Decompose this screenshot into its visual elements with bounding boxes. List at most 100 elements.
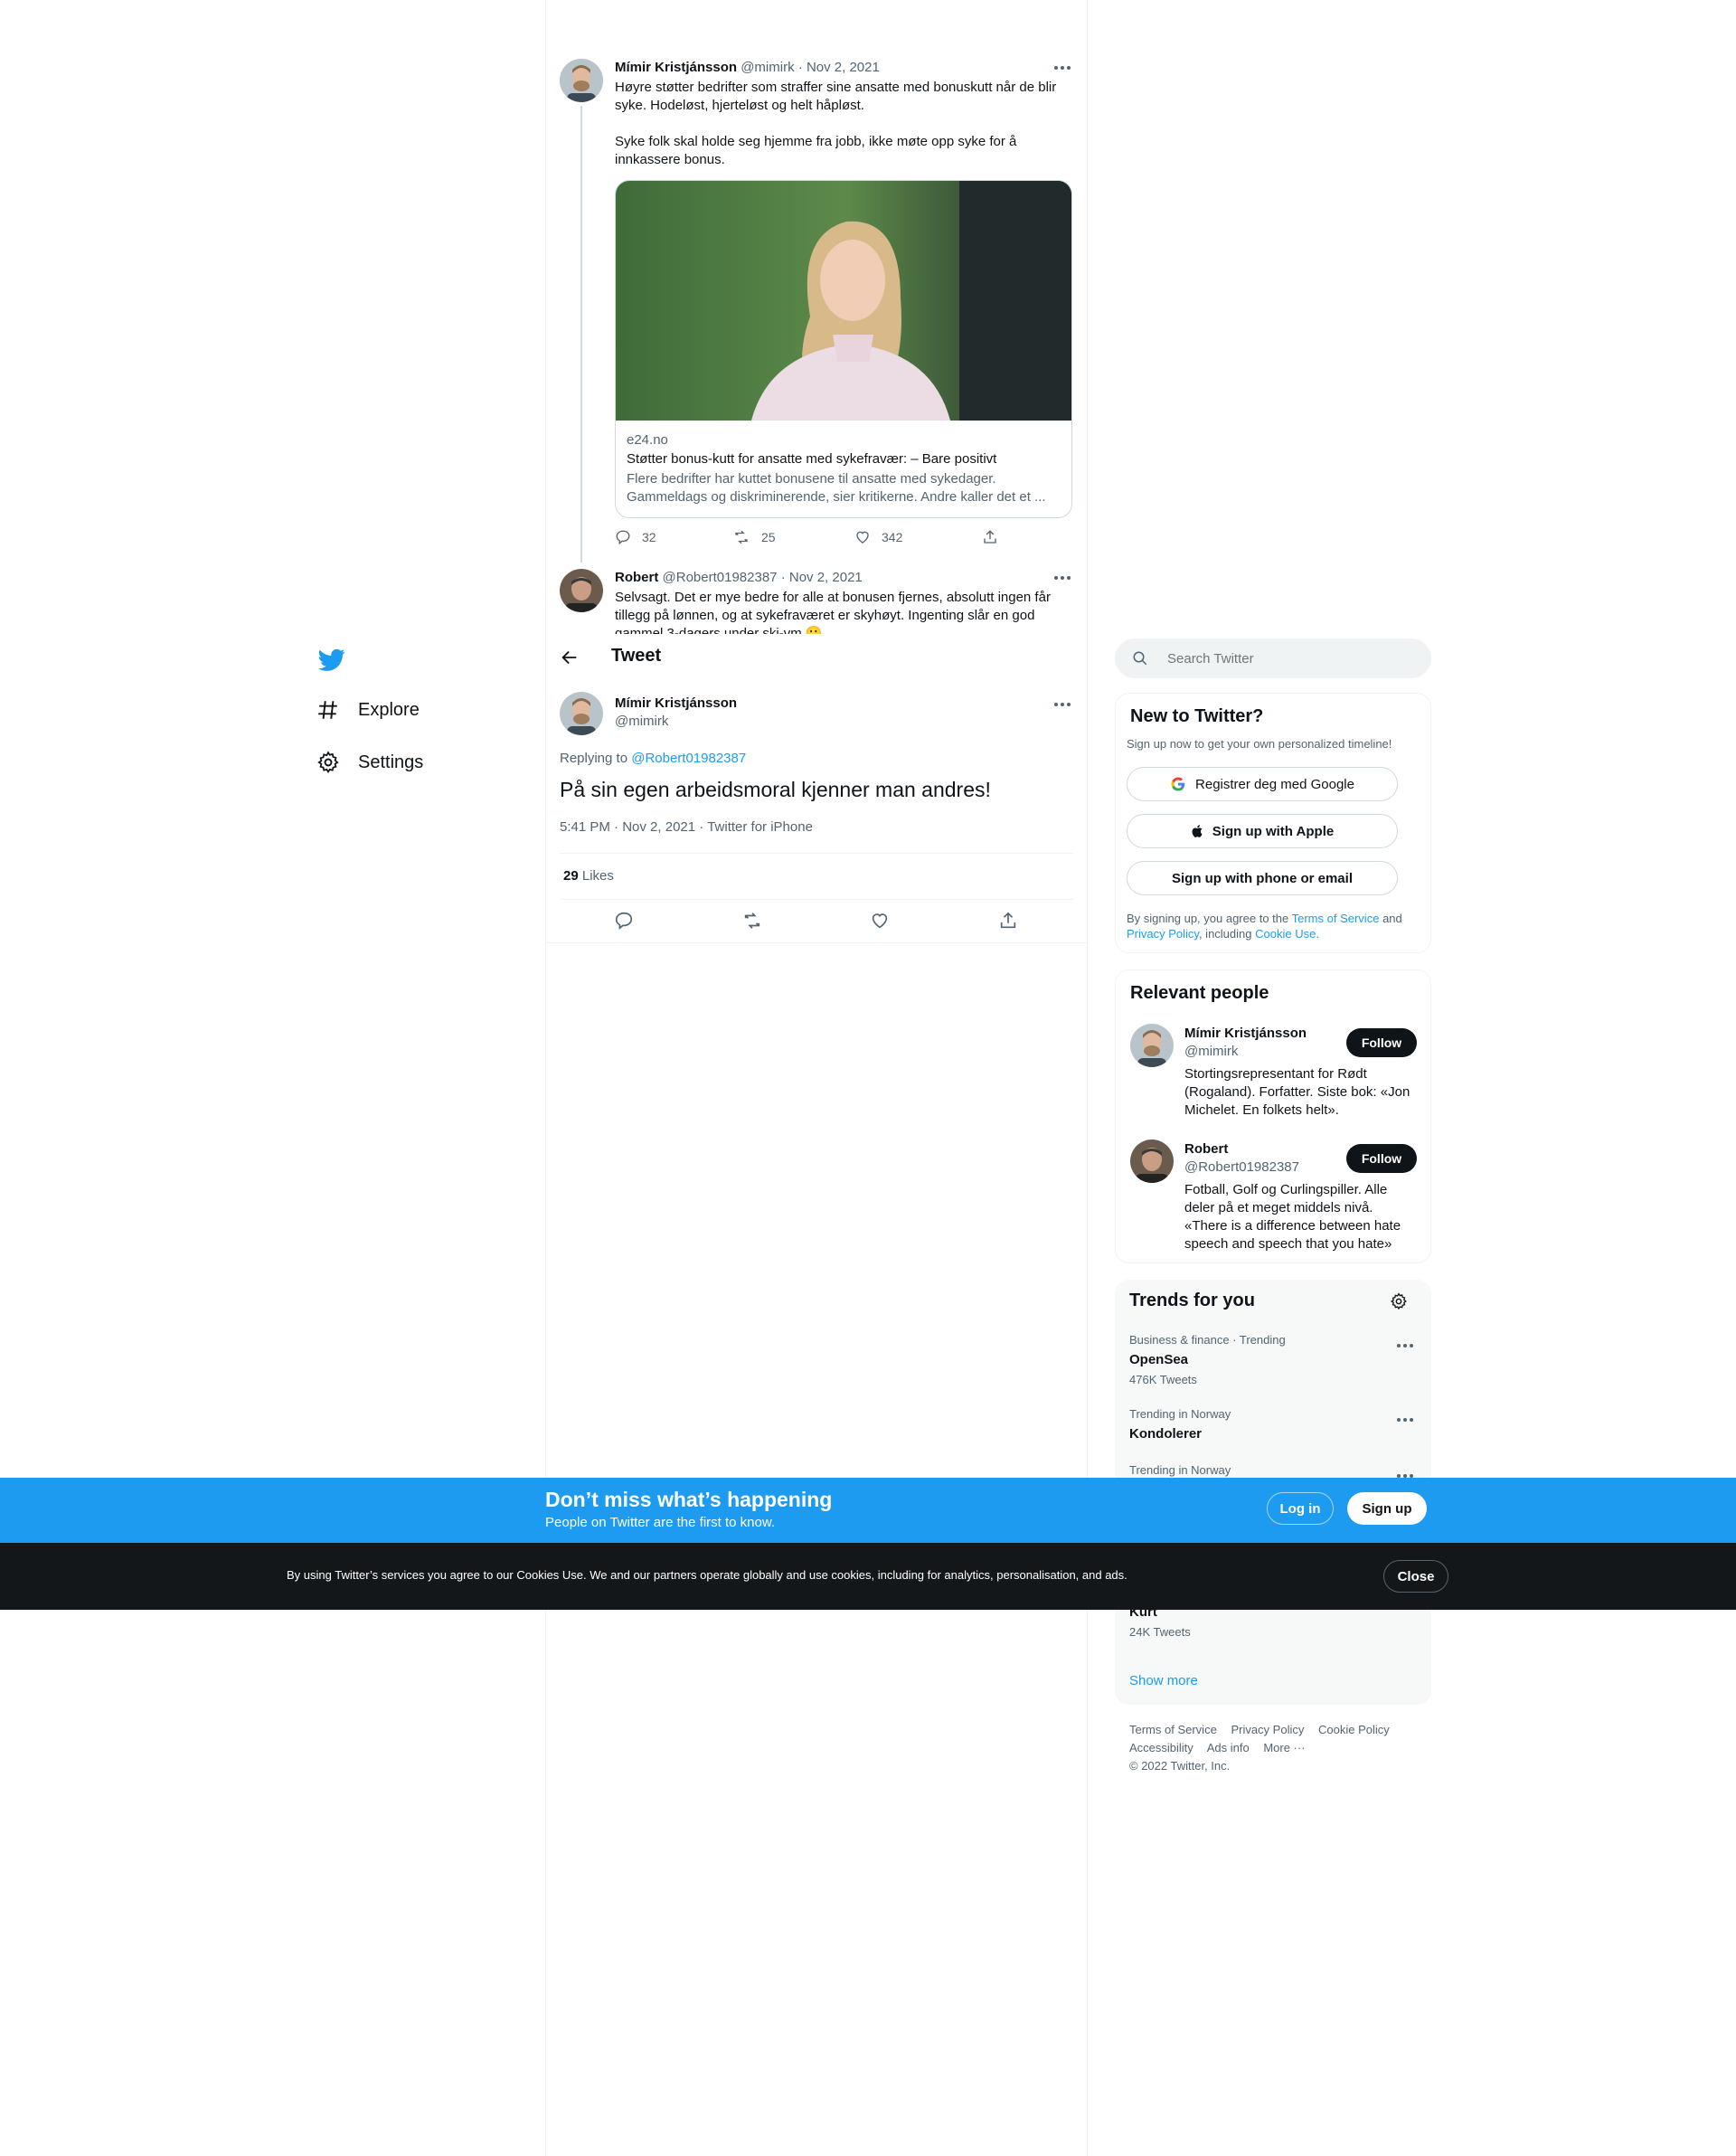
trend-category: Trending in Norway	[1129, 1407, 1231, 1421]
trend-item[interactable]: Business & finance · Trending OpenSea 47…	[1129, 1333, 1419, 1386]
footer-link[interactable]: Accessibility	[1129, 1741, 1194, 1754]
like-count: 342	[882, 530, 903, 544]
cookie-close-button[interactable]: Close	[1383, 1560, 1448, 1593]
show-more-link[interactable]: Show more	[1129, 1673, 1198, 1688]
person-handle[interactable]: @mimirk	[1184, 1044, 1238, 1059]
person-name[interactable]: Robert	[1184, 1141, 1228, 1157]
more-options-icon[interactable]	[1052, 698, 1074, 711]
retweet-action[interactable]: 25	[732, 529, 776, 545]
author-handle[interactable]: @mimirk	[741, 60, 794, 75]
avatar-mimir-image	[560, 59, 603, 102]
likes-label: Likes	[581, 868, 614, 884]
footer-more-link[interactable]: More ···	[1263, 1741, 1305, 1754]
more-options-icon[interactable]	[1395, 1414, 1417, 1426]
reply-icon[interactable]	[614, 911, 634, 931]
replying-to: Replying to @Robert01982387	[560, 751, 746, 766]
trend-item[interactable]: Trending in Norway	[1129, 1463, 1419, 1477]
like-action[interactable]: 342	[854, 529, 902, 545]
signup-legal: By signing up, you agree to the Terms of…	[1127, 911, 1416, 941]
more-options-icon[interactable]	[1395, 1339, 1417, 1352]
tweet-text-paragraph: Høyre støtter bedrifter som straffer sin…	[615, 80, 1057, 113]
phone-email-signup-label: Sign up with phone or email	[1171, 870, 1353, 886]
trend-item[interactable]: Trending in Norway Kondolerer	[1129, 1407, 1419, 1442]
gear-icon[interactable]	[1390, 1292, 1408, 1310]
tweet-header: Mímir Kristjánsson @mimirk · Nov 2, 2021	[615, 60, 880, 75]
follow-button[interactable]: Follow	[1346, 1144, 1417, 1173]
separator-dot: ·	[699, 819, 704, 835]
share-action[interactable]	[982, 529, 998, 545]
search-icon	[1133, 651, 1147, 666]
phone-email-signup-button[interactable]: Sign up with phone or email	[1127, 861, 1398, 895]
trend-category: Business & finance · Trending	[1129, 1333, 1286, 1347]
cookie-text: By using Twitter’s services you agree to…	[287, 1568, 1127, 1582]
google-signup-button[interactable]: Registrer deg med Google	[1127, 767, 1398, 801]
trend-count: 476K Tweets	[1129, 1373, 1197, 1386]
author-handle[interactable]: @Robert01982387	[663, 570, 778, 585]
footer-link[interactable]: Terms of Service	[1129, 1723, 1217, 1736]
author-name[interactable]: Mímir Kristjánsson	[615, 695, 737, 711]
nav-label: Explore	[358, 699, 420, 720]
person-bio: Fotball, Golf og Curlingspiller. Alle de…	[1184, 1182, 1401, 1252]
back-arrow-icon[interactable]	[560, 648, 580, 667]
author-name[interactable]: Robert	[615, 570, 658, 585]
footer-link[interactable]: Cookie Policy	[1318, 1723, 1390, 1736]
avatar-mimir-image	[560, 692, 603, 735]
trend-name: OpenSea	[1129, 1352, 1189, 1367]
heart-icon[interactable]	[870, 911, 890, 931]
hashtag-icon	[318, 701, 337, 719]
login-button[interactable]: Log in	[1267, 1492, 1334, 1525]
tweet-time[interactable]: 5:41 PM	[560, 819, 610, 835]
replying-to-handle[interactable]: @Robert01982387	[631, 751, 746, 766]
avatar[interactable]	[1130, 1139, 1174, 1183]
author-name[interactable]: Mímir Kristjánsson	[615, 60, 737, 75]
relevant-people-card: Relevant people Mímir Kristjánsson @mimi…	[1115, 969, 1431, 1263]
nav-item-explore[interactable]: Explore	[316, 698, 420, 722]
retweet-icon	[735, 530, 748, 544]
avatar-mimir-image	[1130, 1024, 1174, 1067]
tweet-date[interactable]: Nov 2, 2021	[789, 570, 863, 585]
signup-button[interactable]: Sign up	[1347, 1492, 1427, 1525]
legal-text: , including	[1198, 927, 1252, 941]
twitter-logo-icon[interactable]	[318, 648, 345, 672]
more-options-icon[interactable]	[1052, 572, 1074, 584]
separator-dot: ·	[797, 60, 803, 75]
link-card-title: Støtter bonus-kutt for ansatte med sykef…	[627, 451, 997, 467]
cookie-link[interactable]: Cookie Use.	[1255, 927, 1319, 941]
person-handle[interactable]: @Robert01982387	[1184, 1159, 1299, 1175]
tweet-text: Selvsagt. Det er mye bedre for alle at b…	[615, 590, 1051, 634]
heart-icon	[856, 531, 869, 544]
share-icon[interactable]	[998, 911, 1018, 931]
link-card[interactable]: e24.no Støtter bonus-kutt for ansatte me…	[615, 180, 1072, 518]
follow-button[interactable]: Follow	[1346, 1028, 1417, 1057]
avatar[interactable]	[560, 569, 603, 612]
legal-text: and	[1382, 912, 1402, 925]
avatar[interactable]	[560, 59, 603, 102]
author-handle[interactable]: @mimirk	[615, 714, 668, 729]
banner-subtitle: People on Twitter are the first to know.	[545, 1515, 776, 1530]
search-input[interactable]	[1165, 648, 1410, 669]
tweet-date[interactable]: Nov 2, 2021	[807, 60, 880, 75]
retweet-icon[interactable]	[741, 911, 763, 931]
tweet-source[interactable]: Twitter for iPhone	[707, 819, 813, 835]
divider	[560, 853, 1073, 854]
footer-link[interactable]: Ads info	[1207, 1741, 1250, 1754]
copyright: © 2022 Twitter, Inc.	[1129, 1759, 1231, 1773]
tweet-text-paragraph: Syke folk skal holde seg hjemme fra jobb…	[615, 134, 1017, 167]
reply-action[interactable]: 32	[615, 529, 656, 545]
footer-link[interactable]: Privacy Policy	[1231, 1723, 1304, 1736]
person-name[interactable]: Mímir Kristjánsson	[1184, 1026, 1307, 1041]
nav-item-settings[interactable]: Settings	[316, 751, 423, 774]
avatar-robert-image	[1130, 1139, 1174, 1183]
divider	[560, 899, 1073, 900]
privacy-link[interactable]: Privacy Policy	[1127, 927, 1199, 941]
more-options-icon[interactable]	[1052, 61, 1074, 74]
avatar[interactable]	[1130, 1024, 1174, 1067]
page-title: Tweet	[611, 646, 662, 666]
likes-stat[interactable]: 29 Likes	[563, 868, 614, 884]
apple-signup-button[interactable]: Sign up with Apple	[1127, 814, 1398, 848]
terms-link[interactable]: Terms of Service	[1292, 912, 1380, 925]
tweet-date[interactable]: Nov 2, 2021	[622, 819, 695, 835]
avatar[interactable]	[560, 692, 603, 735]
replying-prefix: Replying to	[560, 751, 628, 766]
search-box[interactable]	[1115, 638, 1431, 678]
